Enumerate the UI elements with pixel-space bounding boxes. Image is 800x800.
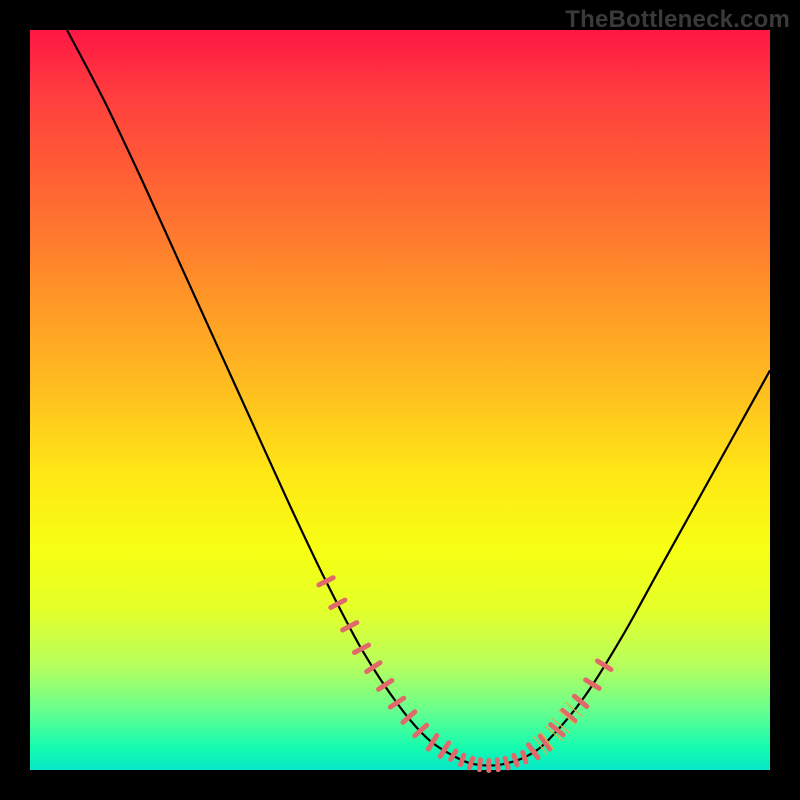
bottleneck-curve — [67, 30, 770, 766]
chart-plot-area — [30, 30, 770, 770]
chart-svg — [30, 30, 770, 770]
watermark-text: TheBottleneck.com — [565, 6, 790, 34]
curve-ticks-left — [319, 578, 449, 757]
chart-frame: TheBottleneck.com — [0, 0, 800, 800]
